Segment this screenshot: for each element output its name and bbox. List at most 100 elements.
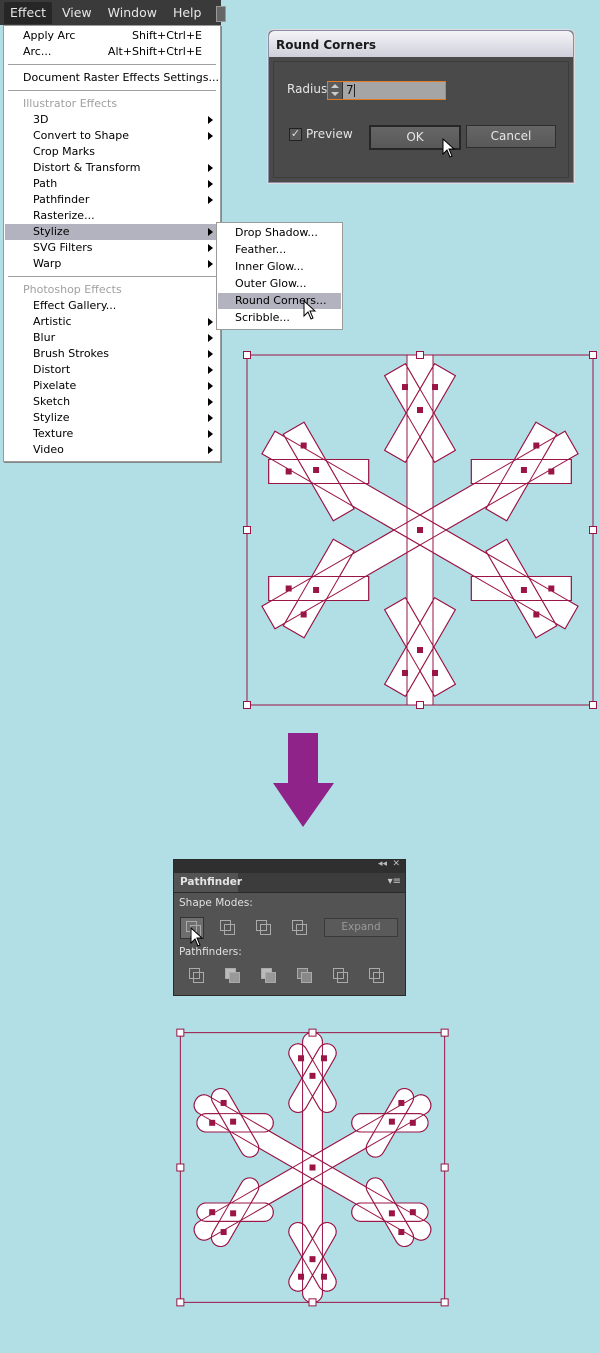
- snowflake-artwork-before[interactable]: [240, 345, 600, 715]
- submenu-arrow-icon: [208, 132, 213, 140]
- section-header-label: Photoshop Effects: [23, 283, 122, 296]
- submenu-item-drop-shadow[interactable]: Drop Shadow...: [218, 225, 341, 241]
- submenu-arrow-icon: [208, 180, 213, 188]
- anchor-point: [548, 468, 555, 475]
- submenu-arrow-icon: [208, 244, 213, 252]
- menu-item-rasterize[interactable]: Rasterize...: [5, 208, 219, 224]
- snowflake-artwork-after[interactable]: [175, 1025, 450, 1310]
- anchor-point: [409, 1209, 416, 1216]
- submenu-item-round-corners[interactable]: Round Corners...: [218, 293, 341, 309]
- menu-item-video[interactable]: Video: [5, 442, 219, 458]
- radius-stepper[interactable]: [328, 82, 343, 99]
- effect-menu: Apply Arc Shift+Ctrl+E Arc... Alt+Shift+…: [3, 25, 221, 462]
- pathfinder-outline-button[interactable]: [328, 965, 350, 985]
- bounding-handle: [308, 1298, 317, 1307]
- anchor-point: [320, 1055, 327, 1062]
- menu-item-effect-gallery[interactable]: Effect Gallery...: [5, 298, 219, 314]
- pathfinder-crop-button[interactable]: [292, 965, 314, 985]
- menu-item-crop-marks[interactable]: Crop Marks: [5, 144, 219, 160]
- pathfinder-merge-button[interactable]: [256, 965, 278, 985]
- menu-item-label: Warp: [33, 257, 62, 270]
- anchor-point: [298, 1055, 305, 1062]
- bounding-handle: [589, 526, 597, 534]
- collapse-icon[interactable]: ◂◂: [378, 859, 387, 869]
- menu-item-artistic[interactable]: Artistic: [5, 314, 219, 330]
- menu-item-stylize[interactable]: Stylize: [5, 410, 219, 426]
- round-corners-dialog: Round Corners Radius: 7 ✓ Preview OK Can…: [268, 30, 574, 183]
- shape-mode-minus-front-button[interactable]: [215, 917, 237, 937]
- menu-item-3d[interactable]: 3D: [5, 112, 219, 128]
- menu-item-svg-filters[interactable]: SVG Filters: [5, 240, 219, 256]
- menu-item-distort-transform[interactable]: Distort & Transform: [5, 160, 219, 176]
- anchor-point: [520, 587, 527, 593]
- anchor-point: [533, 442, 540, 449]
- preview-label[interactable]: Preview: [306, 127, 353, 141]
- submenu-item-feather[interactable]: Feather...: [218, 242, 341, 258]
- dialog-body: Radius: 7 ✓ Preview OK Cancel: [273, 61, 569, 178]
- submenu-item-outer-glow[interactable]: Outer Glow...: [218, 276, 341, 292]
- pathfinder-minus-back-button[interactable]: [364, 965, 386, 985]
- pathfinder-trim-button[interactable]: [220, 965, 242, 985]
- shape-mode-exclude-button[interactable]: [287, 917, 309, 937]
- stylize-submenu: Drop Shadow... Feather... Inner Glow... Out…: [216, 222, 343, 330]
- bounding-handle: [440, 1298, 449, 1307]
- anchor-point: [230, 1210, 237, 1217]
- bounding-handle: [416, 351, 424, 359]
- menu-item-arc[interactable]: Arc... Alt+Shift+Ctrl+E: [5, 44, 219, 60]
- cancel-button[interactable]: Cancel: [466, 125, 556, 148]
- menu-item-apply-arc[interactable]: Apply Arc Shift+Ctrl+E: [5, 28, 219, 44]
- anchor-point: [533, 611, 540, 618]
- menu-item-texture[interactable]: Texture: [5, 426, 219, 442]
- menu-item-convert-to-shape[interactable]: Convert to Shape: [5, 128, 219, 144]
- menu-window[interactable]: Window: [102, 2, 163, 24]
- anchor-point: [520, 467, 527, 473]
- anchor-point: [309, 1256, 316, 1263]
- submenu-arrow-icon: [208, 318, 213, 326]
- menu-item-label: Stylize: [33, 411, 70, 424]
- anchor-point: [432, 384, 438, 391]
- menu-item-path[interactable]: Path: [5, 176, 219, 192]
- anchor-point: [548, 585, 555, 592]
- menu-item-document-raster-settings[interactable]: Document Raster Effects Settings...: [5, 70, 219, 86]
- shape-mode-intersect-button[interactable]: [251, 917, 273, 937]
- toolbar-stub: [216, 6, 226, 22]
- menu-item-label: Document Raster Effects Settings...: [23, 71, 219, 84]
- menu-item-warp[interactable]: Warp: [5, 256, 219, 272]
- submenu-item-scribble[interactable]: Scribble...: [218, 310, 341, 326]
- anchor-point: [409, 1119, 416, 1126]
- anchor-point: [300, 611, 307, 618]
- anchor-point: [220, 1099, 227, 1106]
- preview-checkbox[interactable]: ✓: [289, 128, 302, 141]
- panel-menu-icon[interactable]: ▾≡: [388, 876, 401, 887]
- bounding-handle: [176, 1298, 185, 1307]
- anchor-point: [209, 1209, 216, 1216]
- menu-item-pathfinder[interactable]: Pathfinder: [5, 192, 219, 208]
- close-icon[interactable]: ✕: [392, 859, 400, 869]
- menu-view[interactable]: View: [56, 2, 98, 24]
- anchor-point: [402, 384, 408, 391]
- menu-item-stylize[interactable]: Stylize: [5, 224, 219, 240]
- square-icon: [224, 924, 235, 935]
- menu-item-brush-strokes[interactable]: Brush Strokes: [5, 346, 219, 362]
- radius-input[interactable]: 7: [327, 81, 446, 100]
- menu-item-pixelate[interactable]: Pixelate: [5, 378, 219, 394]
- anchor-point: [398, 1099, 405, 1106]
- pathfinder-divide-button[interactable]: [184, 965, 206, 985]
- menu-effect[interactable]: Effect: [4, 1, 52, 24]
- menu-item-sketch[interactable]: Sketch: [5, 394, 219, 410]
- menu-item-distort[interactable]: Distort: [5, 362, 219, 378]
- anchor-point: [313, 587, 320, 593]
- section-header-photoshop: Photoshop Effects: [5, 282, 219, 298]
- menu-item-blur[interactable]: Blur: [5, 330, 219, 346]
- anchor-point: [230, 1118, 237, 1125]
- anchor-point: [388, 1210, 395, 1217]
- submenu-item-label: Inner Glow...: [235, 260, 304, 273]
- square-icon: [296, 924, 307, 935]
- tab-pathfinder[interactable]: Pathfinder: [174, 873, 242, 892]
- shortcut-label: Shift+Ctrl+E: [132, 29, 202, 42]
- bounding-handle: [589, 351, 597, 359]
- submenu-item-inner-glow[interactable]: Inner Glow...: [218, 259, 341, 275]
- expand-button[interactable]: Expand: [324, 918, 398, 937]
- pathfinders-label: Pathfinders:: [179, 946, 242, 958]
- menu-help[interactable]: Help: [167, 2, 208, 24]
